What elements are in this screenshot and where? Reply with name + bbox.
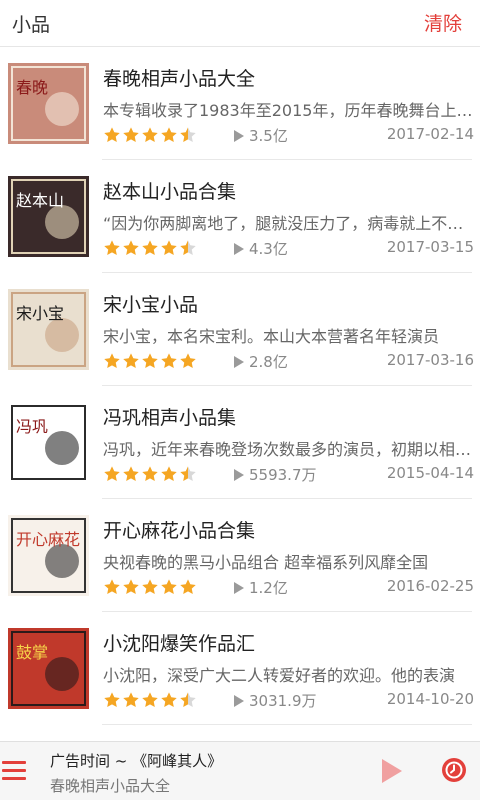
album-description: “因为你两脚离地了，腿就没压力了，病毒就上不来了” (103, 214, 475, 233)
album-title: 赵本山小品合集 (103, 181, 237, 203)
album-date: 2014-10-20 (386, 690, 474, 708)
play-count-icon (234, 694, 244, 707)
menu-icon[interactable] (2, 761, 26, 781)
star-icon (122, 691, 140, 709)
top-bar: 小品 清除 (0, 0, 480, 47)
rating-stars (103, 465, 197, 483)
album-date: 2017-03-16 (386, 351, 474, 369)
star-icon (141, 691, 159, 709)
star-icon (160, 352, 178, 370)
star-icon (141, 352, 159, 370)
star-icon (103, 578, 121, 596)
album-cover: 开心麻花 (8, 515, 89, 596)
album-description: 央视春晚的黑马小品组合 超幸福系列风靡全国 (103, 553, 429, 572)
star-icon (122, 352, 140, 370)
clear-button[interactable]: 清除 (424, 9, 462, 36)
star-icon (103, 465, 121, 483)
play-count-icon (234, 355, 244, 368)
album-title: 冯巩相声小品集 (103, 407, 237, 429)
album-date: 2016-02-25 (386, 577, 474, 595)
star-icon (179, 352, 197, 370)
play-count-icon (234, 581, 244, 594)
album-list: 春晚 春晚相声小品大全 本专辑收录了1983年至2015年，历年春晚舞台上的经典… (0, 47, 480, 725)
star-icon (141, 578, 159, 596)
star-icon (103, 126, 121, 144)
play-count: 2.8亿 (234, 351, 288, 372)
star-icon (103, 691, 121, 709)
timer-clock-icon[interactable] (442, 758, 466, 782)
cover-text: 赵本山 (16, 191, 64, 210)
list-item[interactable]: 赵本山 赵本山小品合集 “因为你两脚离地了，腿就没压力了，病毒就上不来了” 4.… (0, 160, 480, 273)
album-cover: 鼓掌 (8, 628, 89, 709)
star-icon (122, 465, 140, 483)
cover-text: 宋小宝 (16, 304, 64, 323)
play-count: 5593.7万 (234, 464, 317, 485)
rating-stars (103, 239, 197, 257)
play-count-icon (234, 129, 244, 142)
star-icon (103, 352, 121, 370)
play-count: 1.2亿 (234, 577, 288, 598)
album-description: 宋小宝，本名宋宝利。本山大本营著名年轻演员 (103, 327, 440, 346)
album-title: 春晚相声小品大全 (103, 68, 256, 90)
play-count-icon (234, 242, 244, 255)
page-title: 小品 (12, 14, 51, 36)
star-icon (160, 691, 178, 709)
star-icon (122, 239, 140, 257)
rating-stars (103, 352, 197, 370)
list-item[interactable]: 春晚 春晚相声小品大全 本专辑收录了1983年至2015年，历年春晚舞台上的经典… (0, 47, 480, 160)
divider (102, 724, 472, 725)
now-playing-album: 春晚相声小品大全 (50, 777, 171, 795)
star-icon (179, 691, 197, 709)
cover-text: 春晚 (16, 78, 48, 97)
list-item[interactable]: 鼓掌 小沈阳爆笑作品汇 小沈阳，深受广大二人转爱好者的欢迎。他的表演 3031.… (0, 612, 480, 725)
list-item[interactable]: 冯巩 冯巩相声小品集 冯巩，近年来春晚登场次数最多的演员，初期以相声为主 559… (0, 386, 480, 499)
album-description: 小沈阳，深受广大二人转爱好者的欢迎。他的表演 (103, 666, 456, 685)
play-count-icon (234, 468, 244, 481)
album-date: 2017-02-14 (386, 125, 474, 143)
album-title: 开心麻花小品合集 (103, 520, 256, 542)
play-count: 4.3亿 (234, 238, 288, 259)
album-date: 2015-04-14 (386, 464, 474, 482)
star-icon (179, 126, 197, 144)
album-cover: 春晚 (8, 63, 89, 144)
star-icon (160, 239, 178, 257)
play-icon[interactable] (382, 759, 402, 783)
album-title: 宋小宝小品 (103, 294, 199, 316)
star-icon (179, 465, 197, 483)
album-description: 本专辑收录了1983年至2015年，历年春晚舞台上的经典相声小品 (103, 101, 475, 120)
mini-player[interactable]: 广告时间 ~ 《阿峰其人》 春晚相声小品大全 (0, 741, 480, 800)
star-icon (141, 239, 159, 257)
star-icon (160, 126, 178, 144)
play-count: 3031.9万 (234, 690, 317, 711)
star-icon (122, 126, 140, 144)
rating-stars (103, 578, 197, 596)
rating-stars (103, 691, 197, 709)
cover-text: 冯巩 (16, 417, 48, 436)
list-item[interactable]: 宋小宝 宋小宝小品 宋小宝，本名宋宝利。本山大本营著名年轻演员 2.8亿 201… (0, 273, 480, 386)
cover-text: 鼓掌 (16, 643, 48, 662)
album-cover: 赵本山 (8, 176, 89, 257)
cover-text: 开心麻花 (16, 530, 80, 549)
album-cover: 冯巩 (8, 402, 89, 483)
album-title: 小沈阳爆笑作品汇 (103, 633, 256, 655)
rating-stars (103, 126, 197, 144)
star-icon (179, 578, 197, 596)
star-icon (122, 578, 140, 596)
now-playing-title: 广告时间 ~ 《阿峰其人》 (50, 752, 223, 770)
star-icon (103, 239, 121, 257)
star-icon (160, 578, 178, 596)
star-icon (141, 465, 159, 483)
album-date: 2017-03-15 (386, 238, 474, 256)
star-icon (141, 126, 159, 144)
star-icon (179, 239, 197, 257)
star-icon (160, 465, 178, 483)
album-cover: 宋小宝 (8, 289, 89, 370)
album-description: 冯巩，近年来春晚登场次数最多的演员，初期以相声为主 (103, 440, 475, 459)
play-count: 3.5亿 (234, 125, 288, 146)
list-item[interactable]: 开心麻花 开心麻花小品合集 央视春晚的黑马小品组合 超幸福系列风靡全国 1.2亿… (0, 499, 480, 612)
